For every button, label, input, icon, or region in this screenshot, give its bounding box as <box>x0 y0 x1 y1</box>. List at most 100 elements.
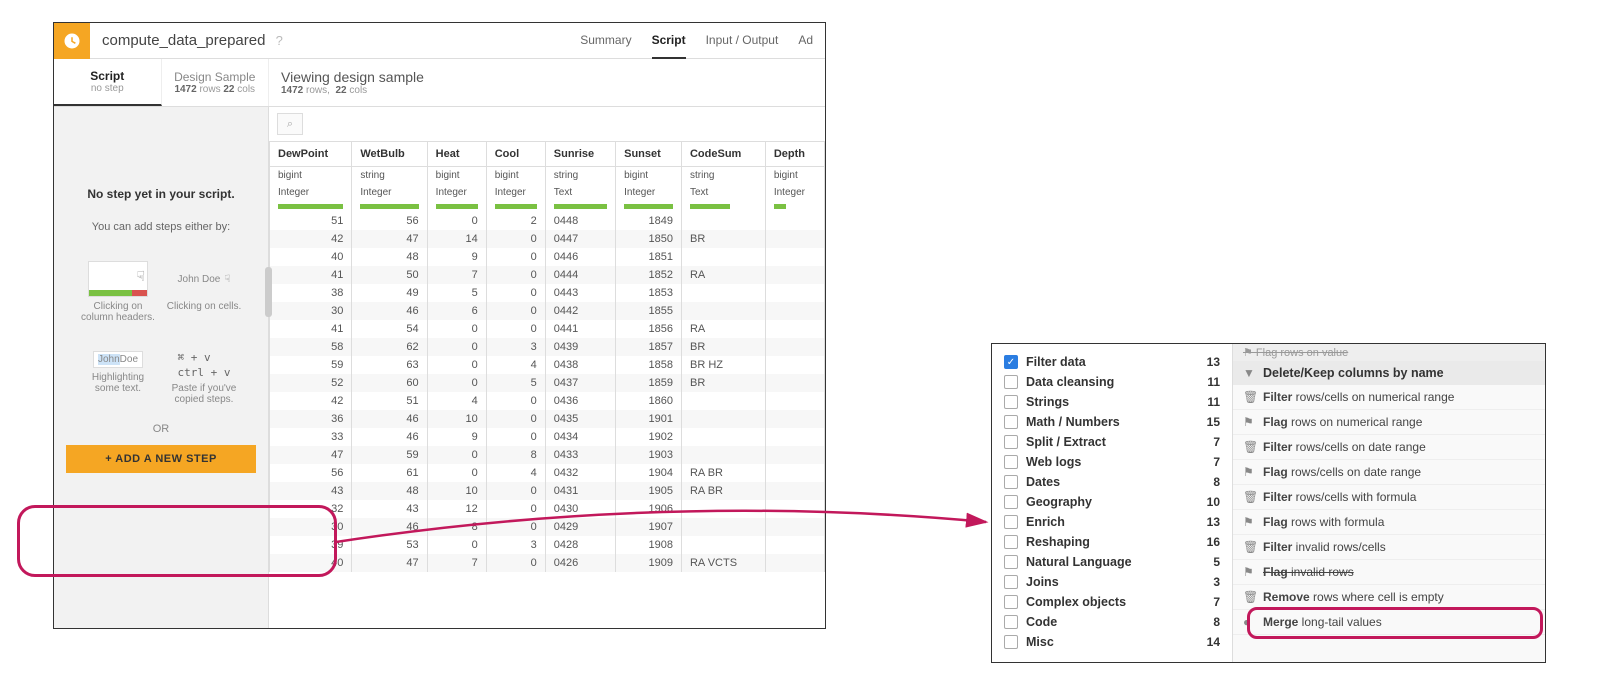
table-cell[interactable] <box>681 518 765 536</box>
table-cell[interactable]: 0432 <box>545 464 615 482</box>
column-meaning[interactable]: Integer <box>352 184 427 201</box>
table-cell[interactable] <box>765 302 824 320</box>
table-cell[interactable]: 56 <box>352 212 427 230</box>
table-cell[interactable]: 0 <box>427 320 486 338</box>
table-cell[interactable] <box>681 392 765 410</box>
table-cell[interactable]: 1860 <box>616 392 682 410</box>
table-cell[interactable] <box>681 302 765 320</box>
table-row[interactable]: 47590804331903 <box>270 446 825 464</box>
column-meaning[interactable]: Integer <box>486 184 545 201</box>
table-cell[interactable]: 5 <box>486 374 545 392</box>
table-cell[interactable]: 3 <box>486 536 545 554</box>
column-header[interactable]: DewPoint <box>270 142 352 167</box>
column-header[interactable]: CodeSum <box>681 142 765 167</box>
table-cell[interactable]: 0 <box>427 536 486 554</box>
table-row[interactable]: 59630404381858BR HZ <box>270 356 825 374</box>
table-row[interactable]: 58620304391857BR <box>270 338 825 356</box>
table-cell[interactable]: 0433 <box>545 446 615 464</box>
table-cell[interactable]: 4 <box>486 464 545 482</box>
table-row[interactable]: 52600504371859BR <box>270 374 825 392</box>
table-cell[interactable] <box>681 500 765 518</box>
table-cell[interactable]: 0 <box>486 410 545 428</box>
category-row[interactable]: Geography10 <box>992 492 1232 512</box>
table-cell[interactable]: 1855 <box>616 302 682 320</box>
category-row[interactable]: Math / Numbers15 <box>992 412 1232 432</box>
table-cell[interactable]: 8 <box>427 518 486 536</box>
table-cell[interactable]: 40 <box>270 554 352 572</box>
table-cell[interactable] <box>681 212 765 230</box>
table-cell[interactable]: 0443 <box>545 284 615 302</box>
category-row[interactable]: ✓Filter data13 <box>992 352 1232 372</box>
table-row[interactable]: 51560204481849 <box>270 212 825 230</box>
table-cell[interactable]: 0428 <box>545 536 615 554</box>
table-cell[interactable]: 0 <box>486 554 545 572</box>
table-cell[interactable]: 4 <box>486 356 545 374</box>
table-cell[interactable] <box>765 518 824 536</box>
column-meaning[interactable]: Text <box>545 184 615 201</box>
table-cell[interactable]: 1906 <box>616 500 682 518</box>
table-cell[interactable]: 9 <box>427 248 486 266</box>
table-cell[interactable]: 7 <box>427 554 486 572</box>
column-header[interactable]: Sunset <box>616 142 682 167</box>
table-cell[interactable]: 38 <box>270 284 352 302</box>
table-row[interactable]: 324312004301906 <box>270 500 825 518</box>
table-cell[interactable]: 1852 <box>616 266 682 284</box>
table-cell[interactable]: 1909 <box>616 554 682 572</box>
category-row[interactable]: Code8 <box>992 612 1232 632</box>
table-cell[interactable]: 1853 <box>616 284 682 302</box>
table-cell[interactable]: 0 <box>427 356 486 374</box>
table-row[interactable]: 41540004411856RA <box>270 320 825 338</box>
processor-row[interactable]: 🗑Remove rows where cell is empty <box>1233 585 1545 610</box>
table-cell[interactable]: 1907 <box>616 518 682 536</box>
processor-row[interactable]: 🗑Filter rows/cells on date range <box>1233 435 1545 460</box>
table-cell[interactable]: 0442 <box>545 302 615 320</box>
table-cell[interactable]: 0429 <box>545 518 615 536</box>
help-icon[interactable]: ? <box>276 33 283 48</box>
table-cell[interactable] <box>765 374 824 392</box>
nav-summary[interactable]: Summary <box>580 23 631 59</box>
category-row[interactable]: Strings11 <box>992 392 1232 412</box>
table-cell[interactable]: 0434 <box>545 428 615 446</box>
table-cell[interactable]: 0 <box>427 338 486 356</box>
tab-design-sample[interactable]: Design Sample 1472 rows 22 cols <box>162 59 270 106</box>
table-row[interactable]: 434810004311905RA BR <box>270 482 825 500</box>
checkbox[interactable] <box>1004 575 1018 589</box>
table-cell[interactable]: 1850 <box>616 230 682 248</box>
table-cell[interactable] <box>765 338 824 356</box>
table-row[interactable]: 56610404321904RA BR <box>270 464 825 482</box>
table-cell[interactable] <box>765 356 824 374</box>
table-cell[interactable]: 0430 <box>545 500 615 518</box>
table-cell[interactable]: RA BR <box>681 482 765 500</box>
table-cell[interactable]: RA VCTS <box>681 554 765 572</box>
table-cell[interactable] <box>681 410 765 428</box>
checkbox[interactable] <box>1004 515 1018 529</box>
table-cell[interactable]: RA <box>681 320 765 338</box>
table-cell[interactable]: 9 <box>427 428 486 446</box>
processor-row[interactable]: ⚑Flag invalid rows <box>1233 560 1545 585</box>
table-row[interactable]: 30468004291907 <box>270 518 825 536</box>
table-cell[interactable] <box>765 266 824 284</box>
checkbox[interactable] <box>1004 375 1018 389</box>
table-cell[interactable] <box>765 446 824 464</box>
table-cell[interactable]: 61 <box>352 464 427 482</box>
table-cell[interactable]: 0439 <box>545 338 615 356</box>
table-cell[interactable]: 48 <box>352 248 427 266</box>
table-cell[interactable]: 0 <box>486 248 545 266</box>
table-cell[interactable]: 30 <box>270 518 352 536</box>
table-cell[interactable]: 54 <box>352 320 427 338</box>
tab-script[interactable]: Script no step <box>54 59 162 106</box>
table-cell[interactable]: 33 <box>270 428 352 446</box>
column-header[interactable]: Sunrise <box>545 142 615 167</box>
table-cell[interactable]: 2 <box>486 212 545 230</box>
processor-row[interactable]: 🗑Filter rows/cells on numerical range <box>1233 385 1545 410</box>
nav-io[interactable]: Input / Output <box>706 23 779 59</box>
table-cell[interactable]: 1856 <box>616 320 682 338</box>
resize-handle[interactable] <box>265 267 272 317</box>
table-cell[interactable] <box>765 500 824 518</box>
table-row[interactable]: 364610004351901 <box>270 410 825 428</box>
table-cell[interactable]: 0436 <box>545 392 615 410</box>
column-header[interactable]: Cool <box>486 142 545 167</box>
table-cell[interactable] <box>765 212 824 230</box>
category-row[interactable]: Reshaping16 <box>992 532 1232 552</box>
checkbox[interactable] <box>1004 475 1018 489</box>
